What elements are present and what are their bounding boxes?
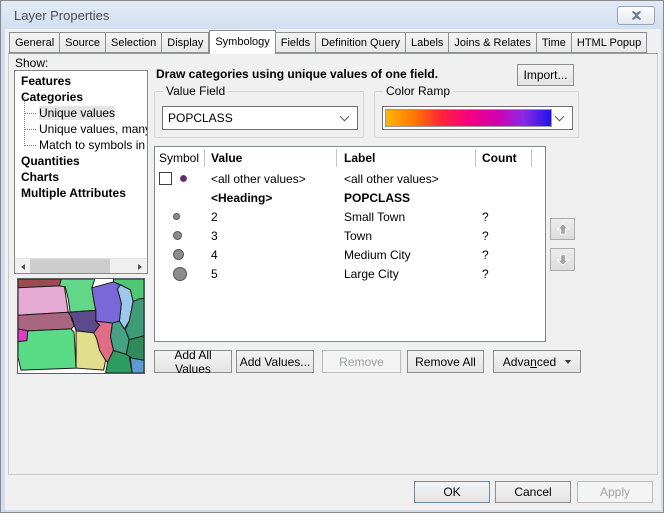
color-ramp-group: Color Ramp xyxy=(374,91,579,138)
color-ramp-gradient xyxy=(385,109,552,127)
up-arrow-icon xyxy=(555,221,571,237)
ok-button[interactable]: OK xyxy=(414,481,490,503)
cancel-button[interactable]: Cancel xyxy=(495,481,571,503)
value-field-selected: POPCLASS xyxy=(163,111,341,125)
tab-selection[interactable]: Selection xyxy=(106,32,162,53)
table-row-heading[interactable]: <Heading> POPCLASS xyxy=(155,188,545,207)
right-triangle-icon xyxy=(138,264,142,270)
move-down-button[interactable] xyxy=(550,248,575,271)
map-preview-svg xyxy=(18,279,144,373)
tree-horizontal-scrollbar[interactable] xyxy=(15,258,147,273)
tab-display[interactable]: Display xyxy=(162,32,209,53)
tab-joins-relates[interactable]: Joins & Relates xyxy=(449,32,536,53)
scrollbar-thumb[interactable] xyxy=(30,259,110,274)
table-row-class-3[interactable]: 3 Town ? xyxy=(155,226,545,245)
show-item-match-symbols[interactable]: Match to symbols in a xyxy=(15,137,147,153)
column-header-label: Label xyxy=(337,149,476,167)
column-header-value: Value xyxy=(205,149,337,167)
tab-labels[interactable]: Labels xyxy=(406,32,449,53)
chevron-down-icon xyxy=(555,112,565,122)
close-button[interactable] xyxy=(617,6,655,25)
show-item-quantities[interactable]: Quantities xyxy=(15,153,147,169)
tab-fields[interactable]: Fields xyxy=(276,32,316,53)
symbology-heading: Draw categories using unique values of o… xyxy=(156,67,438,81)
remove-all-button[interactable]: Remove All xyxy=(407,350,484,373)
column-header-count: Count xyxy=(476,149,532,167)
color-ramp-combobox[interactable] xyxy=(382,106,573,130)
value-field-label: Value Field xyxy=(163,84,228,98)
state-pink xyxy=(18,286,68,315)
state-purple-ia xyxy=(68,310,100,333)
close-icon xyxy=(631,11,642,20)
state-magenta xyxy=(18,329,28,342)
import-button[interactable]: Import... xyxy=(517,64,574,86)
map-preview xyxy=(17,278,145,374)
tab-html-popup[interactable]: HTML Popup xyxy=(572,32,647,53)
move-up-button[interactable] xyxy=(550,218,575,240)
table-header: Symbol Value Label Count xyxy=(155,147,545,169)
scroll-left-arrow[interactable] xyxy=(15,259,30,274)
all-other-values-checkbox[interactable] xyxy=(159,172,172,185)
tab-bar: General Source Selection Display Symbolo… xyxy=(9,32,647,53)
layer-properties-dialog: Layer Properties General Source Selectio… xyxy=(0,0,664,513)
dropdown-triangle-icon xyxy=(565,360,571,364)
state-mauve-ne xyxy=(18,312,74,331)
tab-definition-query[interactable]: Definition Query xyxy=(316,32,406,53)
add-all-values-button[interactable]: Add All Values xyxy=(154,350,232,373)
value-table: Symbol Value Label Count <all other valu… xyxy=(154,146,546,342)
remove-button[interactable]: Remove xyxy=(322,350,401,373)
value-field-combobox[interactable]: POPCLASS xyxy=(162,106,358,130)
all-other-values-symbol-dot[interactable] xyxy=(180,175,187,182)
class-5-symbol-dot[interactable] xyxy=(173,267,187,281)
table-row-class-4[interactable]: 4 Medium City ? xyxy=(155,245,545,264)
show-item-features[interactable]: Features xyxy=(15,73,147,89)
show-item-charts[interactable]: Charts xyxy=(15,169,147,185)
class-3-symbol-dot[interactable] xyxy=(173,231,182,240)
scrollbar-track[interactable] xyxy=(110,259,132,273)
show-label: Show: xyxy=(15,56,48,70)
table-row-class-5[interactable]: 5 Large City ? xyxy=(155,264,545,283)
column-header-symbol: Symbol xyxy=(155,149,205,167)
scroll-right-arrow[interactable] xyxy=(132,259,147,274)
tab-source[interactable]: Source xyxy=(60,32,106,53)
table-row-all-other-values[interactable]: <all other values> <all other values> xyxy=(155,169,545,188)
down-arrow-icon xyxy=(555,252,571,268)
window-title: Layer Properties xyxy=(14,8,109,23)
state-blue-corner xyxy=(130,357,144,373)
tab-general[interactable]: General xyxy=(9,32,60,53)
tab-time[interactable]: Time xyxy=(537,32,572,53)
left-triangle-icon xyxy=(21,264,25,270)
class-2-symbol-dot[interactable] xyxy=(173,213,180,220)
advanced-button[interactable]: Advanced xyxy=(493,350,581,373)
column-header-filler xyxy=(532,149,545,167)
add-values-button[interactable]: Add Values... xyxy=(236,350,314,373)
tab-symbology[interactable]: Symbology xyxy=(209,30,275,54)
chevron-down-icon xyxy=(340,112,350,122)
show-tree: Features Categories Unique values Unique… xyxy=(14,70,148,274)
value-field-group: Value Field POPCLASS xyxy=(154,91,364,138)
titlebar: Layer Properties xyxy=(2,1,664,29)
table-row-class-2[interactable]: 2 Small Town ? xyxy=(155,207,545,226)
show-item-multiple-attributes[interactable]: Multiple Attributes xyxy=(15,185,147,201)
color-ramp-label: Color Ramp xyxy=(383,84,453,98)
class-4-symbol-dot[interactable] xyxy=(173,249,184,260)
apply-button[interactable]: Apply xyxy=(577,481,653,503)
